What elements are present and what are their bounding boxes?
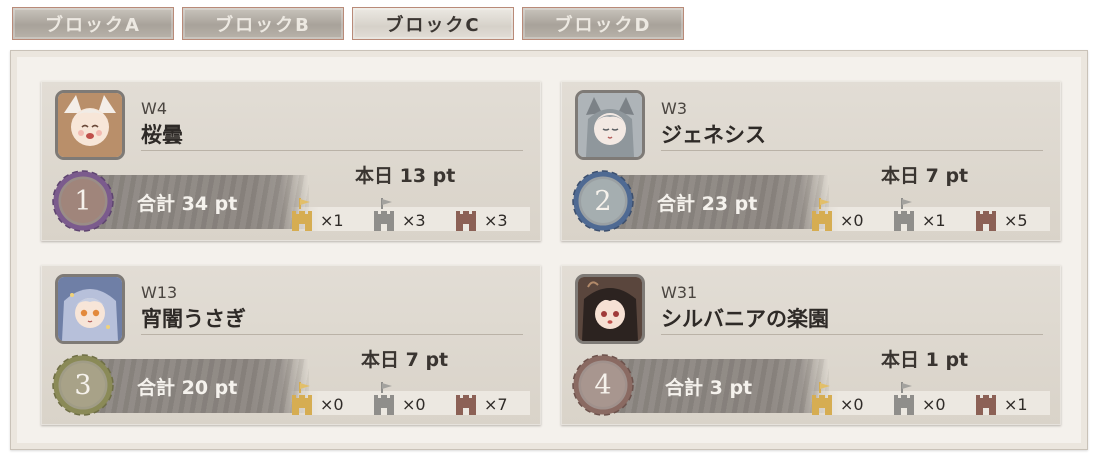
- total-points: 合計 20 pt: [137, 377, 238, 399]
- bronze-castle-icon: [456, 395, 476, 415]
- character-avatar-icon: [55, 274, 125, 344]
- gold-castle-icon: [812, 382, 832, 415]
- bronze-count-label: ×5: [1004, 211, 1028, 230]
- rank-badge: 1: [51, 169, 115, 233]
- gold-count-label: ×0: [840, 211, 864, 230]
- gold-count-label: ×1: [320, 211, 344, 230]
- ranking-card: W31 シルバニアの楽園 本日 1 pt 合計 3 pt 4 ×0 ×0 ×1: [561, 265, 1061, 425]
- bronze-count-label: ×1: [1004, 395, 1028, 414]
- today-points: 本日 13 pt: [355, 165, 456, 187]
- castle-counts: ×0 ×0 ×7: [290, 381, 530, 417]
- ranking-card: W13 宵闇うさぎ 本日 7 pt 合計 20 pt 3 ×0 ×0 ×7: [41, 265, 541, 425]
- gold-castle-icon: [812, 198, 832, 231]
- rank-badge: 3: [51, 353, 115, 417]
- tab-block-d[interactable]: ブロックD: [522, 7, 684, 40]
- silver-count-label: ×3: [402, 211, 426, 230]
- gold-count-label: ×0: [840, 395, 864, 414]
- world-label: W13: [141, 283, 178, 302]
- silver-castle-icon: [374, 382, 394, 415]
- world-label: W4: [141, 99, 167, 118]
- silver-count-label: ×1: [922, 211, 946, 230]
- avatar-portrait-3: [58, 277, 122, 341]
- rank-badge: 4: [571, 353, 635, 417]
- total-points: 合計 34 pt: [137, 193, 238, 215]
- today-points: 本日 7 pt: [881, 165, 969, 187]
- castle-counts: ×1 ×3 ×3: [290, 197, 530, 233]
- silver-castle-icon: [374, 198, 394, 231]
- guild-name: ジェネシス: [661, 123, 766, 147]
- bronze-count-label: ×3: [484, 211, 508, 230]
- rank-number: 1: [74, 185, 92, 217]
- guild-name: 桜曇: [141, 123, 183, 147]
- avatar-portrait-2: [578, 93, 642, 157]
- rank-number: 2: [594, 185, 612, 217]
- gold-castle-icon: [292, 382, 312, 415]
- avatar-portrait-1: [58, 93, 122, 157]
- divider: [661, 334, 1043, 335]
- rank-number: 3: [74, 369, 92, 401]
- bronze-castle-icon: [976, 395, 996, 415]
- tab-block-b[interactable]: ブロックB: [182, 7, 344, 40]
- bronze-count-label: ×7: [484, 395, 508, 414]
- world-label: W3: [661, 99, 687, 118]
- today-points: 本日 7 pt: [361, 349, 449, 371]
- guild-name: シルバニアの楽園: [661, 307, 829, 331]
- today-points: 本日 1 pt: [881, 349, 969, 371]
- character-avatar-icon: [575, 90, 645, 160]
- ranking-panel: W4 桜曇 本日 13 pt 合計 34 pt 1 ×1 ×3 ×3 W3 ジェ…: [10, 50, 1088, 450]
- total-points: 合計 3 pt: [665, 377, 753, 399]
- character-avatar-icon: [55, 90, 125, 160]
- silver-count-label: ×0: [402, 395, 426, 414]
- guild-name: 宵闇うさぎ: [141, 307, 246, 331]
- castle-counts: ×0 ×1 ×5: [810, 197, 1050, 233]
- gold-castle-icon: [292, 198, 312, 231]
- silver-castle-icon: [894, 382, 914, 415]
- character-avatar-icon: [575, 274, 645, 344]
- avatar-portrait-4: [578, 277, 642, 341]
- divider: [141, 334, 523, 335]
- castle-counts: ×0 ×0 ×1: [810, 381, 1050, 417]
- silver-count-label: ×0: [922, 395, 946, 414]
- bronze-castle-icon: [976, 211, 996, 231]
- total-points: 合計 23 pt: [657, 193, 758, 215]
- gold-count-label: ×0: [320, 395, 344, 414]
- divider: [661, 150, 1043, 151]
- tab-block-c[interactable]: ブロックC: [352, 7, 514, 40]
- bronze-castle-icon: [456, 211, 476, 231]
- tab-block-a[interactable]: ブロックA: [12, 7, 174, 40]
- ranking-card: W3 ジェネシス 本日 7 pt 合計 23 pt 2 ×0 ×1 ×5: [561, 81, 1061, 241]
- silver-castle-icon: [894, 198, 914, 231]
- rank-badge: 2: [571, 169, 635, 233]
- ranking-card: W4 桜曇 本日 13 pt 合計 34 pt 1 ×1 ×3 ×3: [41, 81, 541, 241]
- rank-number: 4: [594, 369, 612, 401]
- divider: [141, 150, 523, 151]
- world-label: W31: [661, 283, 698, 302]
